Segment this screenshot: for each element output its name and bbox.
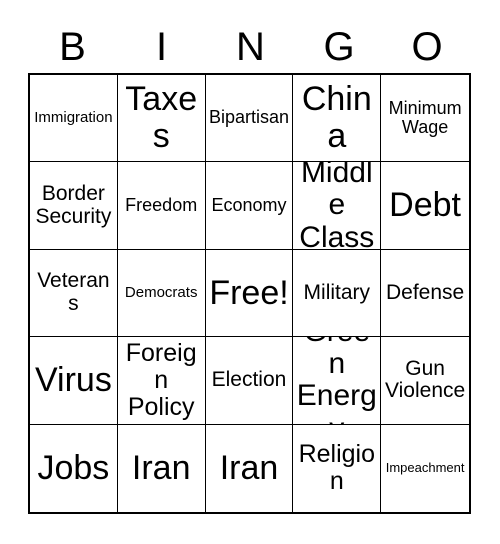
bingo-cell-label: Debt [389,186,461,225]
bingo-cell-label: Religion [298,440,375,496]
bingo-header-letter-n: N [236,25,265,69]
bingo-cell-label: Impeachment [385,460,465,476]
bingo-cell[interactable]: Iran [117,424,206,512]
bingo-cell[interactable]: Gun Violence [381,337,469,425]
bingo-cell[interactable]: Freedom [117,162,206,250]
bingo-cell[interactable]: Democrats [117,249,206,338]
bingo-cell-free[interactable]: Free! [205,249,294,338]
bingo-cell-label: Jobs [37,448,110,487]
bingo-cell[interactable]: Middle Class [293,162,382,250]
bingo-cell[interactable]: Election [205,337,294,425]
bingo-header-letter-b: B [59,25,86,69]
bingo-cell-label: Taxes [125,80,198,156]
bingo-cell[interactable]: Virus [30,337,118,425]
bingo-cell[interactable]: Jobs [30,424,118,512]
bingo-cell-label: Border Security [35,181,112,228]
bingo-cell[interactable]: Debt [381,162,469,250]
bingo-cell[interactable]: Iran [205,424,294,512]
bingo-cell[interactable]: Border Security [30,162,118,250]
bingo-cell-label: Virus [34,361,112,400]
bingo-cell-label: Iran [219,448,279,487]
bingo-cell[interactable]: Bipartisan [205,75,294,163]
bingo-cell[interactable]: Religion [293,424,382,512]
bingo-cell-label: Foreign Policy [125,338,197,421]
bingo-cell-label: China [301,80,372,156]
bingo-cell-label: Iran [131,448,191,487]
bingo-cell[interactable]: Veterans [30,249,118,338]
bingo-cell-label: Veterans [37,269,110,315]
bingo-grid: Immigration Taxes Bipartisan China Minim… [28,73,471,514]
bingo-header-letter-o: O [411,25,443,69]
bingo-cell[interactable]: Taxes [117,75,206,163]
bingo-cell-label: Democrats [124,283,198,301]
bingo-cell-label: Election [211,368,287,392]
bingo-header: B I N G O [28,22,471,72]
bingo-cell[interactable]: Defense [381,249,469,338]
bingo-cell-label: Military [303,280,371,304]
bingo-cell[interactable]: Impeachment [381,424,469,512]
bingo-cell-label: Defense [385,280,465,304]
bingo-cell[interactable]: China [293,75,382,163]
bingo-card: B I N G O Immigration Taxes Bipartisan C… [0,0,500,544]
bingo-cell-label: Gun Violence [385,356,466,403]
bingo-cell-label: Free! [209,273,289,312]
bingo-cell[interactable]: Economy [205,162,294,250]
bingo-cell[interactable]: Foreign Policy [117,337,206,425]
bingo-cell[interactable]: Military [293,249,382,338]
bingo-cell-label: Minimum Wage [388,97,462,138]
bingo-cell-label: Green Energy [296,337,377,423]
bingo-cell-label: Immigration [34,109,113,127]
bingo-cell[interactable]: Green Energy [293,337,382,425]
bingo-cell-label: Bipartisan [208,107,290,128]
bingo-header-letter-g: G [323,25,355,69]
bingo-cell[interactable]: Immigration [30,75,118,163]
bingo-cell-label: Freedom [125,194,198,215]
bingo-header-letter-i: I [155,25,168,69]
bingo-cell-label: Middle Class [299,162,375,250]
bingo-cell[interactable]: Minimum Wage [381,75,469,163]
bingo-cell-label: Economy [211,194,287,215]
